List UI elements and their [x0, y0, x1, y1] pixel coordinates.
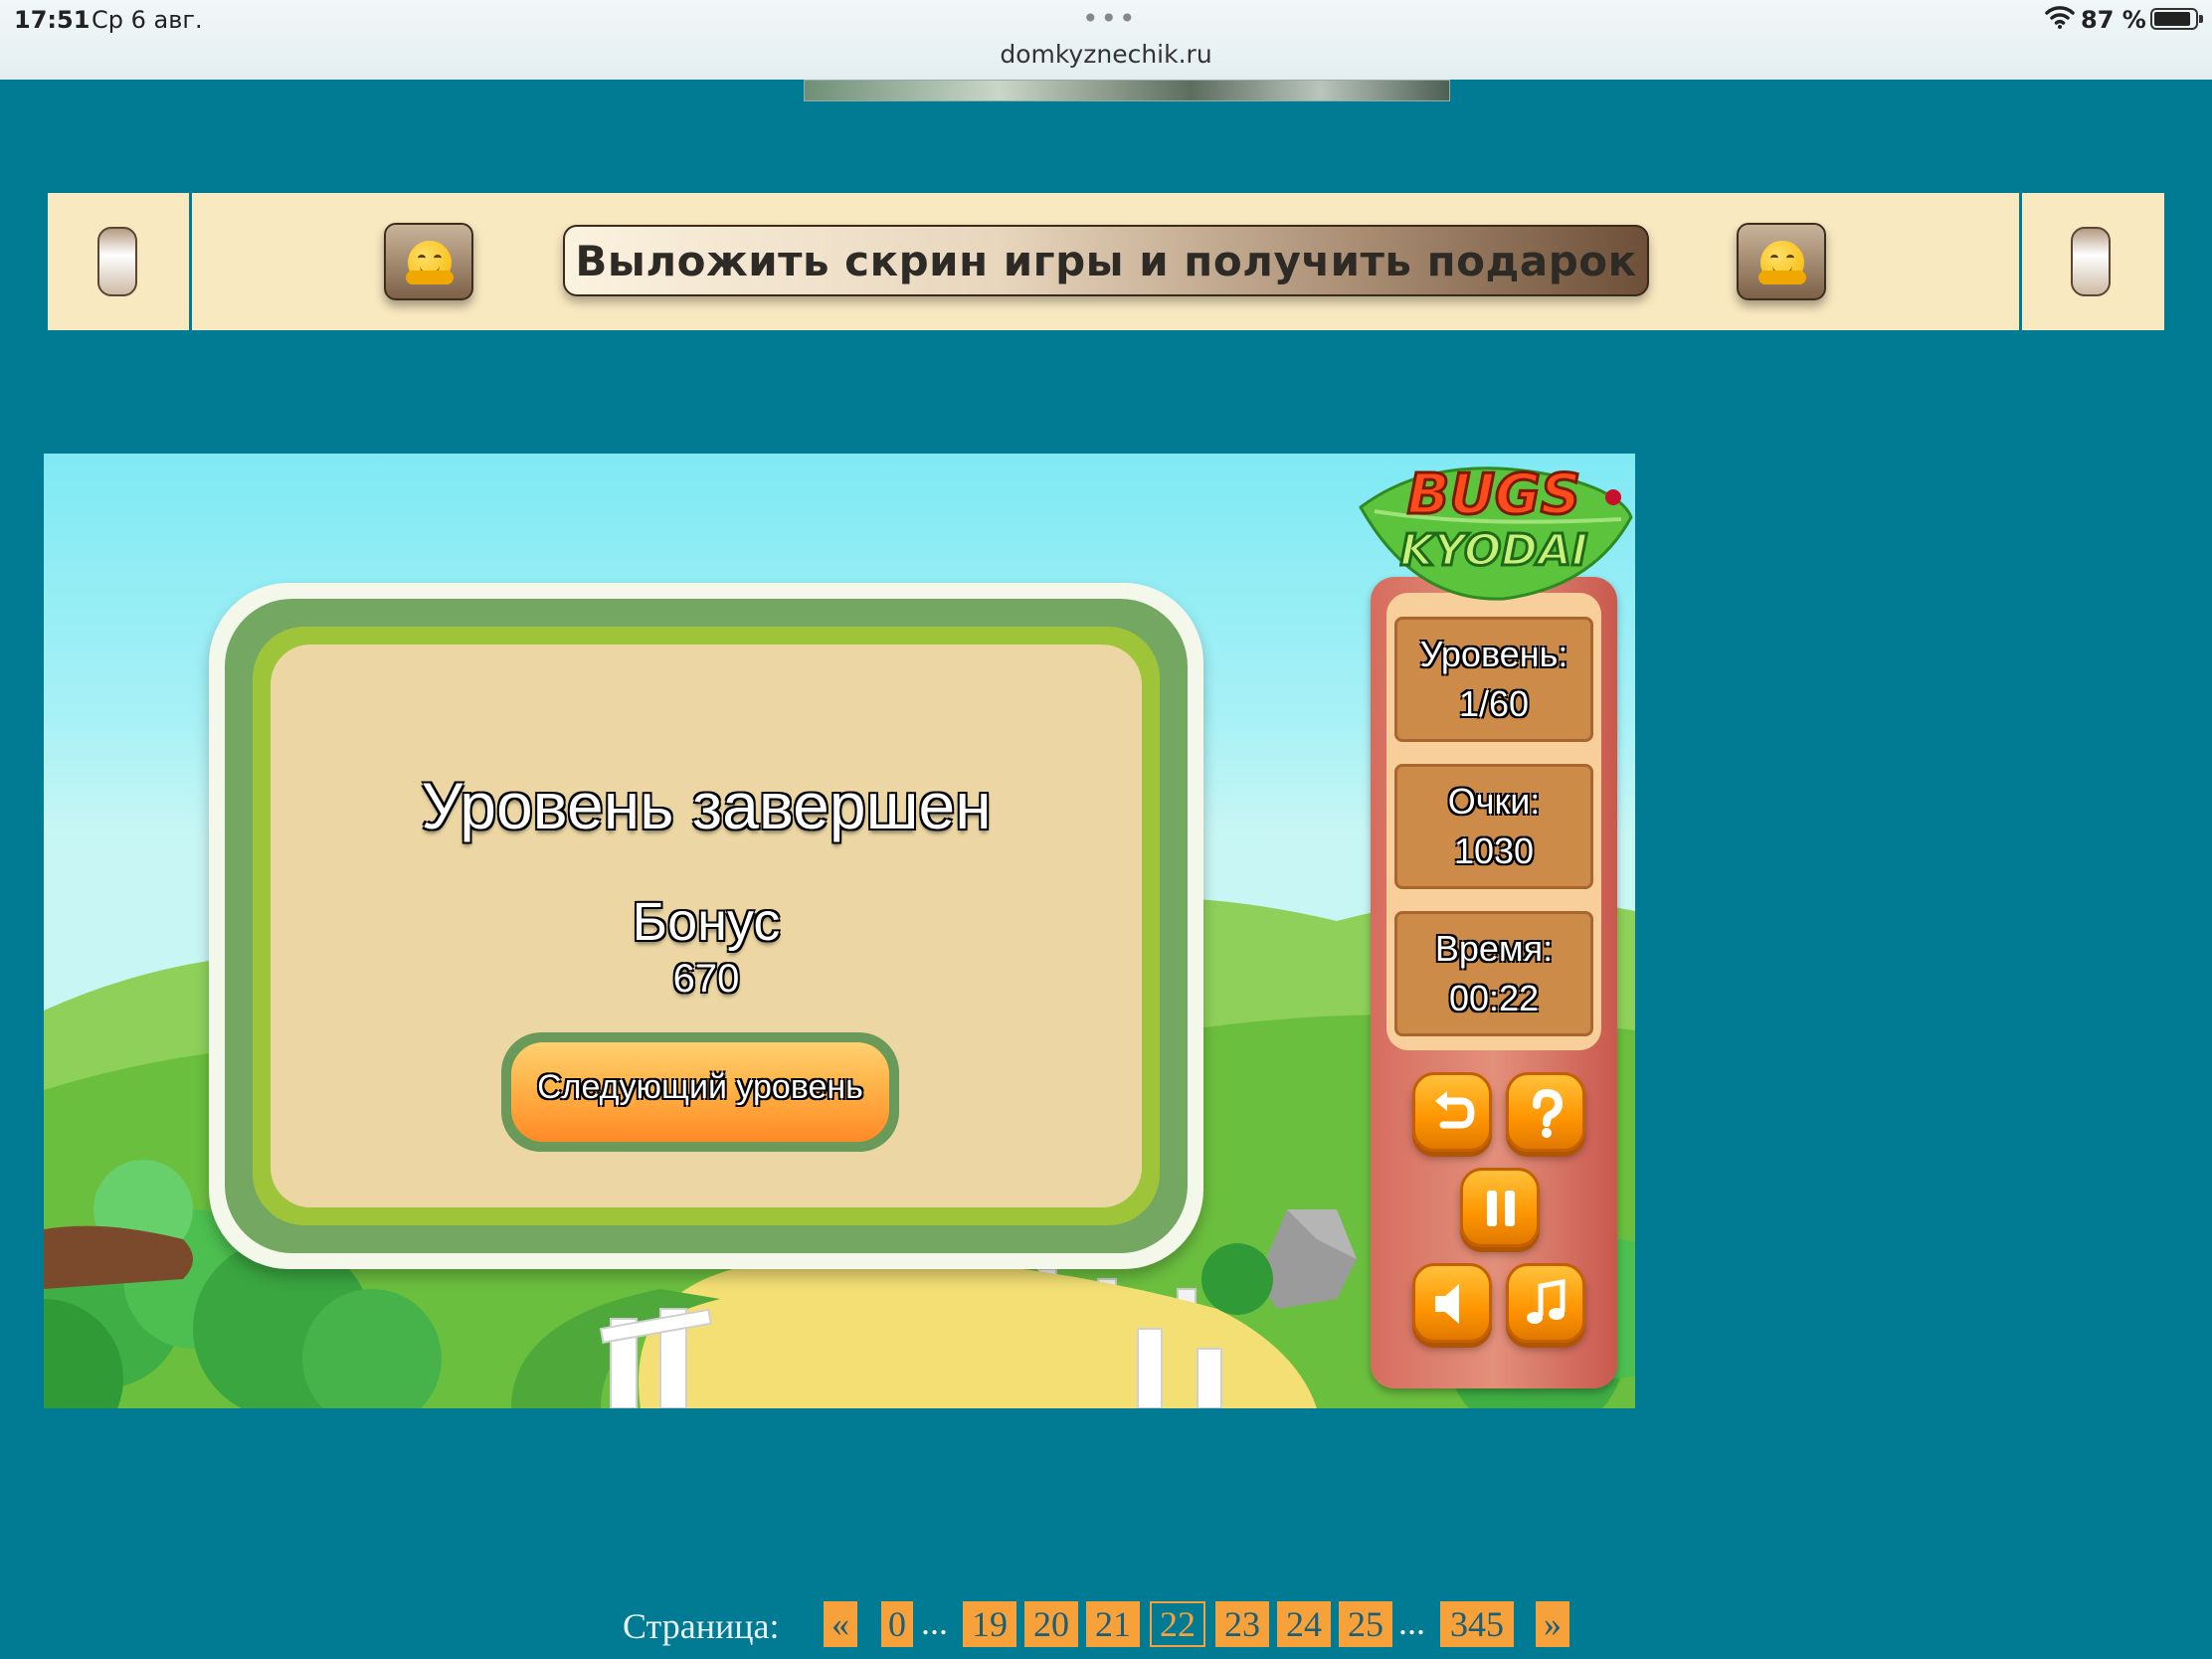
next-level-label: Следующий уровень — [537, 1068, 863, 1106]
status-bar: 17:51 Ср 6 авг. ••• domkyznechik.ru 87 % — [0, 0, 2212, 80]
page-link[interactable]: 21 — [1086, 1601, 1140, 1647]
scroll-left-knob[interactable] — [97, 227, 137, 296]
help-icon — [1533, 1088, 1564, 1138]
game-canvas[interactable]: Уровень завершен Бонус 670 Следующий уро… — [44, 454, 1635, 1408]
next-page-button[interactable]: » — [1536, 1601, 1569, 1647]
hug-emoji-button-left[interactable] — [384, 223, 473, 300]
page-link[interactable]: 20 — [1024, 1601, 1078, 1647]
undo-icon — [1435, 1091, 1475, 1129]
page-link[interactable]: 24 — [1277, 1601, 1331, 1647]
bugs-kyodai-logo: BUGS KYODAI — [1359, 461, 1633, 601]
dialog-title: Уровень завершен — [421, 769, 992, 842]
page-link[interactable]: 345 — [1440, 1601, 1514, 1647]
page-link[interactable]: 23 — [1215, 1601, 1269, 1647]
time-stat: Время: 00:22 — [1394, 911, 1593, 1036]
time-value: 00:22 — [1448, 978, 1540, 1018]
prev-page-button[interactable]: « — [824, 1601, 857, 1647]
page-link[interactable]: 0 — [881, 1601, 913, 1647]
page-link[interactable]: 19 — [963, 1601, 1016, 1647]
address-bar[interactable]: domkyznechik.ru — [0, 40, 2212, 69]
undo-button[interactable] — [1412, 1072, 1492, 1152]
bonus-label: Бонус — [632, 892, 781, 952]
pagination-label: Страница: — [623, 1606, 780, 1646]
page-link[interactable]: 25 — [1339, 1601, 1392, 1647]
hugging-face-icon — [406, 241, 454, 284]
level-value: 1/60 — [1458, 683, 1530, 724]
sound-icon — [1435, 1284, 1459, 1324]
more-dots-icon[interactable]: ••• — [1082, 2, 1138, 35]
pause-button[interactable] — [1460, 1168, 1540, 1247]
pause-icon — [1487, 1191, 1515, 1226]
music-button[interactable] — [1506, 1263, 1585, 1343]
share-banner: Выложить скрин игры и получить подарок — [48, 193, 2164, 330]
pagination-ellipsis: ... — [1398, 1602, 1425, 1642]
score-label: Очки: — [1447, 781, 1541, 822]
top-image-edge — [804, 80, 1450, 101]
banner-divider — [2019, 193, 2022, 330]
music-icon — [1527, 1279, 1566, 1324]
pagination-ellipsis: ... — [921, 1602, 948, 1642]
date: Ср 6 авг. — [92, 6, 203, 34]
logo-text-kyodai: KYODAI — [1400, 525, 1588, 576]
game-side-panel: Уровень: 1/60 Очки: 1030 Время: 00:22 — [1371, 577, 1617, 1388]
share-screenshot-button[interactable]: Выложить скрин игры и получить подарок — [563, 225, 1649, 296]
battery-percent: 87 % — [2081, 6, 2146, 34]
next-level-button[interactable]: Следующий уровень — [501, 1032, 899, 1152]
hugging-face-icon — [1758, 241, 1806, 284]
logo-text-bugs: BUGS — [1407, 462, 1580, 527]
sound-button[interactable] — [1412, 1263, 1492, 1343]
bonus-value: 670 — [672, 957, 740, 1001]
level-stat: Уровень: 1/60 — [1394, 617, 1593, 742]
battery-icon — [2150, 8, 2203, 30]
time-label: Время: — [1434, 928, 1554, 969]
banner-divider — [189, 193, 192, 330]
clock: 17:51 — [14, 6, 91, 34]
score-stat: Очки: 1030 — [1394, 764, 1593, 889]
wifi-icon — [2045, 4, 2075, 36]
level-label: Уровень: — [1419, 634, 1568, 674]
level-complete-dialog: Уровень завершен Бонус 670 Следующий уро… — [209, 583, 1203, 1269]
hug-emoji-button-right[interactable] — [1737, 223, 1826, 300]
scroll-right-knob[interactable] — [2071, 227, 2111, 296]
score-value: 1030 — [1453, 830, 1535, 871]
help-button[interactable] — [1506, 1072, 1585, 1152]
current-page: 22 — [1150, 1601, 1205, 1647]
pagination: Страница: « 0 ... 19 20 21 22 23 24 25 .… — [0, 1597, 2212, 1647]
